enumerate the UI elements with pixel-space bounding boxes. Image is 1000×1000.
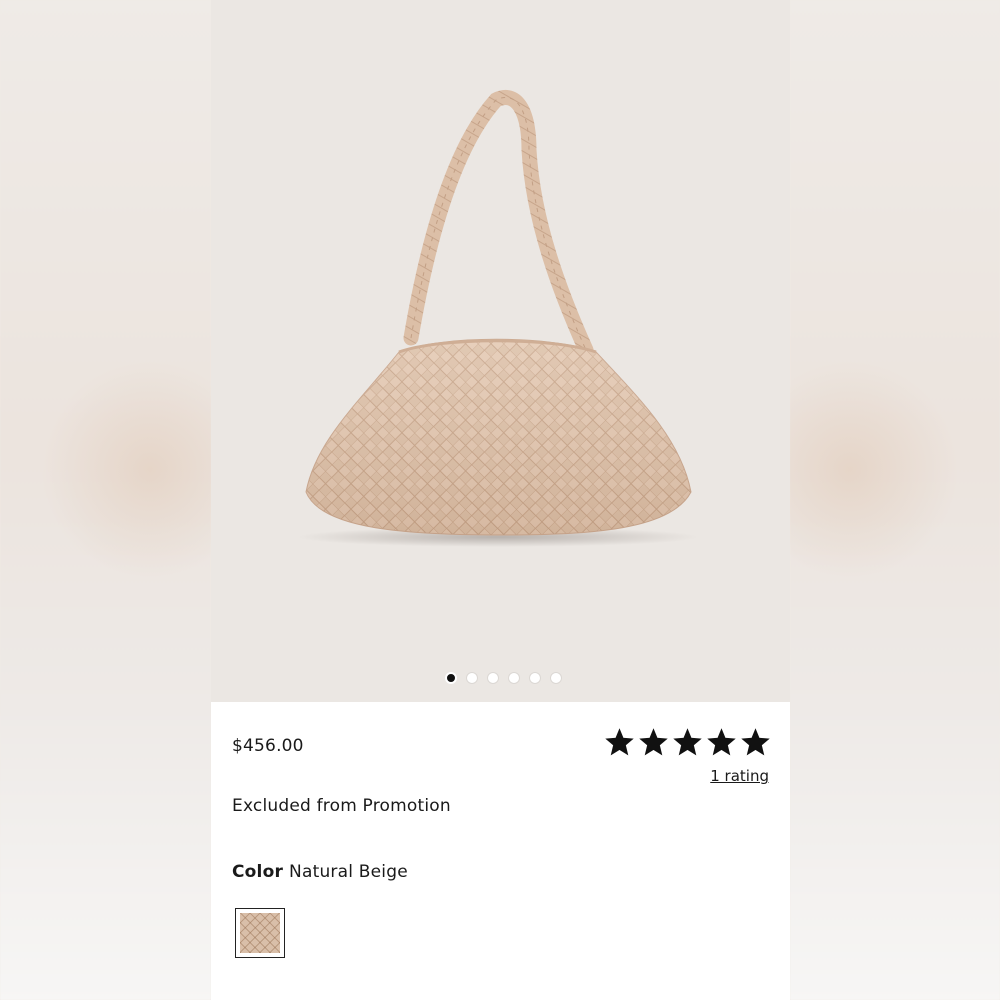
rating-count-link[interactable]: 1 rating [710, 767, 769, 785]
carousel-dot[interactable] [508, 672, 520, 684]
star-icon [741, 728, 770, 756]
carousel-dot[interactable] [529, 672, 541, 684]
product-price: $456.00 [232, 736, 304, 756]
star-icon [639, 728, 668, 756]
product-info: $456.00 1 rating Excluded from Promotion… [211, 702, 790, 1000]
color-swatch-natural-beige[interactable] [235, 908, 285, 958]
color-swatch-fill [240, 913, 280, 953]
color-value: Natural Beige [289, 862, 408, 882]
carousel-dot[interactable] [550, 672, 562, 684]
carousel-dot[interactable] [487, 672, 499, 684]
rating-stars[interactable] [605, 728, 770, 757]
promotion-note: Excluded from Promotion [232, 796, 451, 816]
product-image-carousel[interactable] [211, 0, 790, 702]
star-icon [605, 728, 634, 756]
color-selection-label: Color Natural Beige [232, 862, 408, 882]
color-label: Color [232, 862, 284, 882]
carousel-pagination [211, 672, 790, 684]
star-icon [673, 728, 702, 756]
carousel-dot[interactable] [445, 672, 457, 684]
product-image[interactable] [211, 0, 790, 702]
star-icon [707, 728, 736, 756]
product-page: $456.00 1 rating Excluded from Promotion… [211, 0, 790, 1000]
carousel-dot[interactable] [466, 672, 478, 684]
